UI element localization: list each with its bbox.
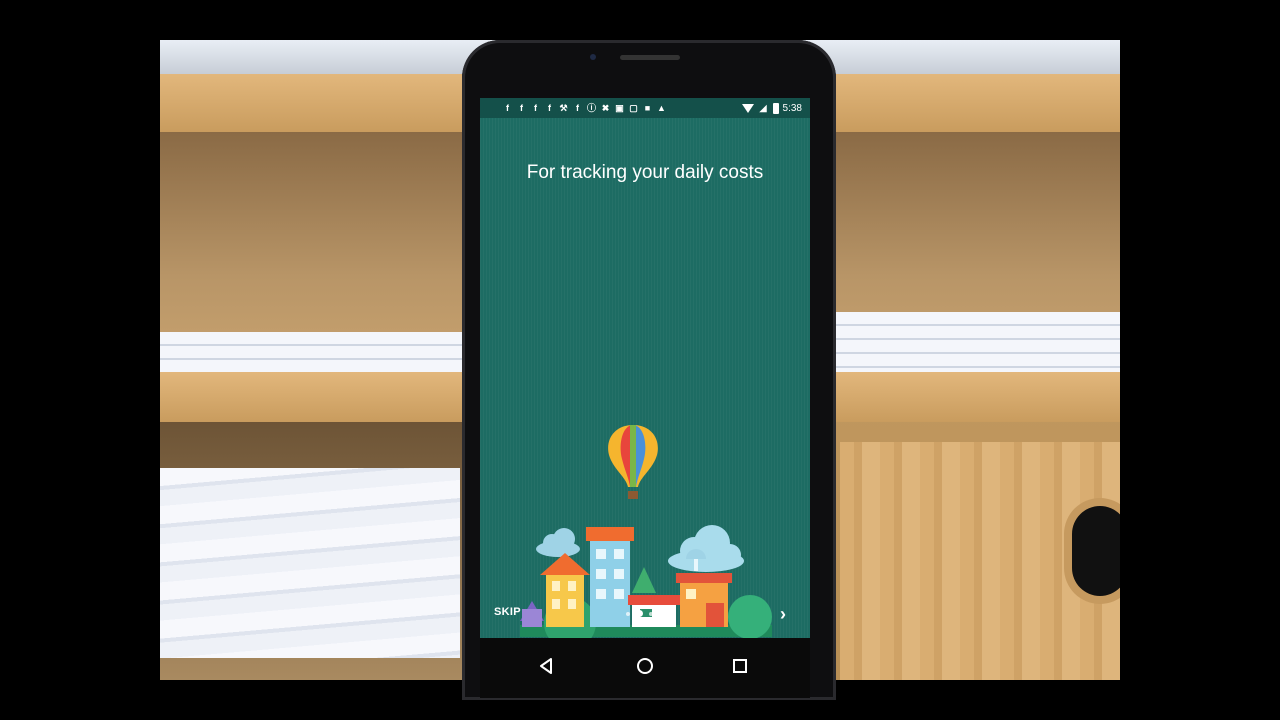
- messenger-icon: ▢: [629, 102, 638, 113]
- signal-icon: ◢: [759, 102, 767, 113]
- camera-icon: ■: [644, 102, 651, 113]
- facebook-icon: f: [576, 102, 579, 113]
- cloud-icon: [668, 525, 744, 572]
- lock-icon: ▣: [615, 102, 624, 113]
- navigation-bar: [480, 638, 810, 698]
- page-indicator: [626, 610, 653, 617]
- front-camera: [590, 54, 596, 60]
- onboarding-screen: f f f f ⚒ f ⓘ ✖ ▣ ▢ ■ ▲ ◢ 5:38 For track…: [480, 98, 810, 638]
- paper-stack: [160, 332, 480, 372]
- onboarding-headline: For tracking your daily costs: [526, 162, 764, 183]
- recents-icon[interactable]: [728, 654, 752, 678]
- drawer-handle-hole: [1072, 506, 1120, 596]
- earpiece-speaker: [620, 55, 680, 60]
- wifi-icon: [741, 103, 754, 113]
- wrench-icon: ⚒: [559, 102, 568, 113]
- skip-button[interactable]: SKIP: [494, 606, 521, 618]
- info-icon: ⓘ: [586, 102, 596, 113]
- phone: f f f f ⚒ f ⓘ ✖ ▣ ▢ ■ ▲ ◢ 5:38 For track…: [462, 40, 836, 700]
- next-button[interactable]: ›: [780, 604, 786, 625]
- status-bar: f f f f ⚒ f ⓘ ✖ ▣ ▢ ■ ▲ ◢ 5:38: [480, 98, 810, 118]
- clock: 5:38: [782, 102, 802, 114]
- paper-stack: [160, 468, 460, 658]
- facebook-icon: f: [506, 102, 509, 113]
- page-dot: [626, 611, 630, 616]
- page-dot: [649, 611, 653, 616]
- page-dot-active: [636, 610, 643, 617]
- battery-icon: [772, 102, 779, 114]
- facebook-icon: f: [534, 102, 537, 113]
- tools-icon: ✖: [601, 102, 610, 113]
- hot-air-balloon-icon: [608, 425, 658, 499]
- android-icon: ▲: [657, 102, 666, 113]
- home-icon[interactable]: [633, 654, 657, 678]
- notification-icons: f f f f ⚒ f ⓘ ✖ ▣ ▢ ■ ▲: [502, 103, 667, 114]
- facebook-icon: f: [520, 102, 523, 113]
- onboarding-footer: SKIP ›: [480, 598, 810, 638]
- facebook-icon: f: [548, 102, 551, 113]
- back-icon[interactable]: [534, 654, 558, 678]
- cloud-icon: [536, 528, 580, 557]
- paper-stack: [830, 312, 1120, 372]
